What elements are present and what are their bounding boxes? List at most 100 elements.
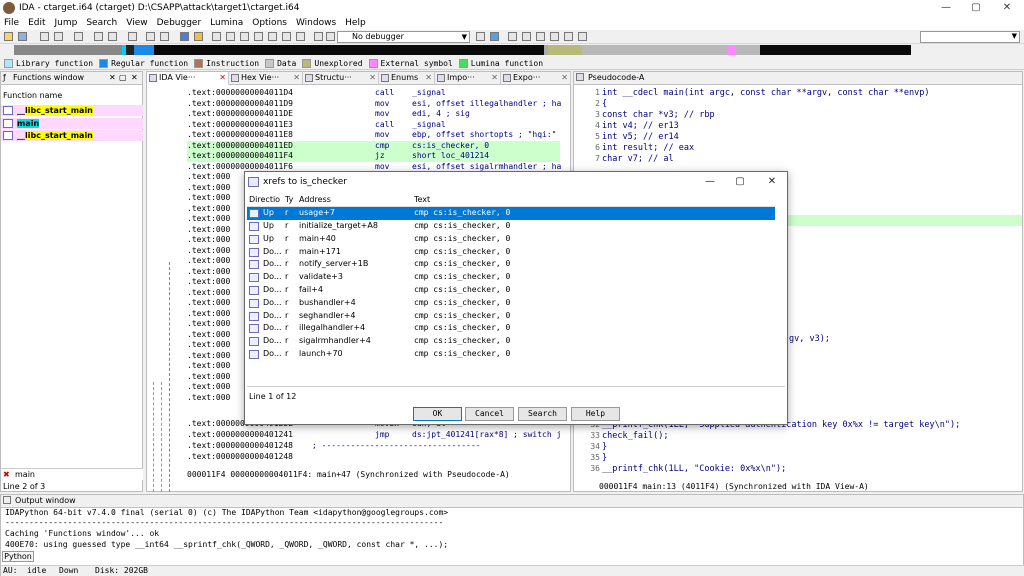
code-line[interactable]: char v7; // al [602, 154, 1024, 165]
code-line[interactable]: __printf_chk(1LL, "Cookie: 0x%x\n"); [602, 464, 1024, 475]
graph-icon[interactable] [180, 32, 189, 41]
code-line[interactable]: int v4; // er13 [602, 121, 1024, 132]
pause-icon[interactable] [326, 32, 335, 41]
functions-window-tab[interactable]: Functions window [13, 73, 84, 82]
function-search-input[interactable]: ✖ main [1, 468, 143, 480]
view-icon-4[interactable] [550, 32, 559, 41]
view-icon-1[interactable] [508, 32, 517, 41]
asm-row[interactable]: .text:0000000000401241 jmp ds:jpt_401241[r… [187, 430, 561, 441]
column-direction[interactable]: Directio [249, 195, 280, 204]
xref-row[interactable]: Up r main+40 cmp cs:is_checker, 0 [247, 233, 775, 246]
tab-ida-view[interactable]: IDA Vie··· ✕ [147, 72, 229, 85]
bookmark-icon[interactable] [94, 32, 103, 41]
asm-row[interactable]: .text:00000000004011ED cmp cs:is_checker, … [187, 140, 560, 151]
tab-hex-view[interactable]: Hex Vie··· ✕ [229, 72, 303, 85]
tab-imports[interactable]: Impo··· ✕ [435, 72, 501, 85]
view-icon-3[interactable] [536, 32, 545, 41]
code-line[interactable]: { [602, 99, 1024, 110]
xref-row[interactable]: Do... r main+171 cmp cs:is_checker, 0 [247, 246, 775, 259]
close-icon[interactable]: ✕ [131, 73, 138, 82]
save-icon[interactable] [18, 32, 27, 41]
asm-row[interactable]: .text:00000000004011DE mov edi, 4 ; sig [187, 109, 560, 120]
menu-debugger[interactable]: Debugger [157, 18, 202, 28]
open-icon[interactable] [4, 32, 13, 41]
view-icon-2[interactable] [522, 32, 531, 41]
function-icon[interactable] [108, 32, 117, 41]
view-icon-6[interactable] [578, 32, 587, 41]
asm-row[interactable]: .text:00000000004011E3 call _signal [187, 120, 560, 131]
close-icon[interactable]: ✕ [219, 72, 226, 84]
ok-button[interactable]: OK [413, 407, 462, 421]
string-icon[interactable] [240, 32, 249, 41]
close-button[interactable]: ✕ [757, 172, 787, 192]
menu-edit[interactable]: Edit [28, 18, 45, 28]
array-icon[interactable] [254, 32, 263, 41]
close-icon[interactable]: ✕ [109, 73, 116, 82]
close-button[interactable]: ✕ [993, 0, 1021, 16]
run-icon[interactable] [314, 32, 323, 41]
menu-options[interactable]: Options [252, 18, 287, 28]
view-icon-5[interactable] [564, 32, 573, 41]
float-icon[interactable]: ▢ [119, 73, 127, 82]
function-name-column[interactable]: Function name [3, 91, 62, 100]
code-line[interactable]: const char *v3; // rbp [602, 110, 1024, 121]
toolbar-dropdown[interactable]: ▼ [920, 31, 1020, 43]
xref-row[interactable]: Do... r illegalhandler+4 cmp cs:is_checker,… [247, 322, 775, 335]
close-icon[interactable]: ✕ [425, 72, 432, 84]
menu-jump[interactable]: Jump [55, 18, 78, 28]
navigation-strip[interactable] [14, 45, 911, 55]
menu-file[interactable]: File [4, 18, 19, 28]
xref-row[interactable]: Up r usage+7 cmp cs:is_checker, 0 [247, 207, 775, 220]
code-line[interactable]: check_fail(); [602, 431, 1024, 442]
function-row[interactable]: __libc_start_main [1, 105, 143, 116]
asm-row[interactable]: .text:00000000004011D4 call _signal [187, 88, 560, 99]
python-button[interactable]: Python [2, 551, 34, 562]
menu-help[interactable]: Help [345, 18, 366, 28]
xref-row[interactable]: Do... r bushandler+4 cmp cs:is_checker, 0 [247, 297, 775, 310]
xref-row[interactable]: Do... r seghandler+4 cmp cs:is_checker, 0 [247, 310, 775, 323]
maximize-button[interactable]: ▢ [725, 172, 755, 192]
debugger-select[interactable]: No debugger ▼ [337, 31, 470, 43]
close-icon[interactable]: ✕ [293, 72, 300, 84]
minimize-button[interactable]: — [932, 0, 960, 16]
undefine-icon[interactable] [268, 32, 277, 41]
asm-row[interactable]: .text:0000000000401248 [187, 452, 560, 463]
cross-icon[interactable] [296, 32, 305, 41]
asm-row[interactable]: .text:00000000004011F4 jz short loc_401214 [187, 151, 560, 162]
help-button[interactable]: Help [571, 407, 620, 421]
column-address[interactable]: Address [299, 195, 331, 204]
tab-structures[interactable]: Structu··· ✕ [303, 72, 379, 85]
maximize-button[interactable]: ▢ [962, 0, 990, 16]
asm-row[interactable]: .text:0000000000401248; ----------------… [187, 441, 560, 452]
code-line[interactable]: int v5; // er14 [602, 132, 1024, 143]
data-icon[interactable] [226, 32, 235, 41]
debugger-options-icon[interactable] [476, 32, 485, 41]
clear-icon[interactable]: ✖ [3, 469, 10, 480]
menu-search[interactable]: Search [86, 18, 117, 28]
search-text-icon[interactable] [146, 32, 155, 41]
close-icon[interactable]: ✕ [491, 72, 498, 84]
nav-icon[interactable] [74, 32, 83, 41]
menu-lumina[interactable]: Lumina [210, 18, 243, 28]
search-button[interactable]: Search [518, 407, 567, 421]
download-icon[interactable] [128, 32, 137, 41]
tab-pseudocode[interactable]: Pseudocode-A [588, 73, 644, 82]
forward-icon[interactable] [54, 32, 63, 41]
function-row[interactable]: main [1, 118, 143, 129]
xref-row[interactable]: Do... r launch+70 cmp cs:is_checker, 0 [247, 348, 775, 361]
close-icon[interactable]: ✕ [369, 72, 376, 84]
code-line[interactable]: } [602, 442, 1024, 453]
tab-exports[interactable]: Expo··· ✕ [501, 72, 571, 85]
lumina-icon[interactable] [194, 32, 203, 41]
asm-row[interactable]: .text:00000000004011D9 mov esi, offset ill… [187, 99, 561, 110]
code-icon[interactable] [212, 32, 221, 41]
patch-icon[interactable] [282, 32, 291, 41]
xref-row[interactable]: Do... r fail+4 cmp cs:is_checker, 0 [247, 284, 775, 297]
menu-windows[interactable]: Windows [296, 18, 336, 28]
minimize-button[interactable]: — [695, 172, 725, 192]
navigation-band[interactable] [0, 44, 1024, 56]
code-line-fragment[interactable]: gv, v3); [789, 334, 1024, 345]
search-binary-icon[interactable] [160, 32, 169, 41]
function-row[interactable]: __libc_start_main [1, 130, 143, 141]
column-text[interactable]: Text [414, 195, 430, 204]
